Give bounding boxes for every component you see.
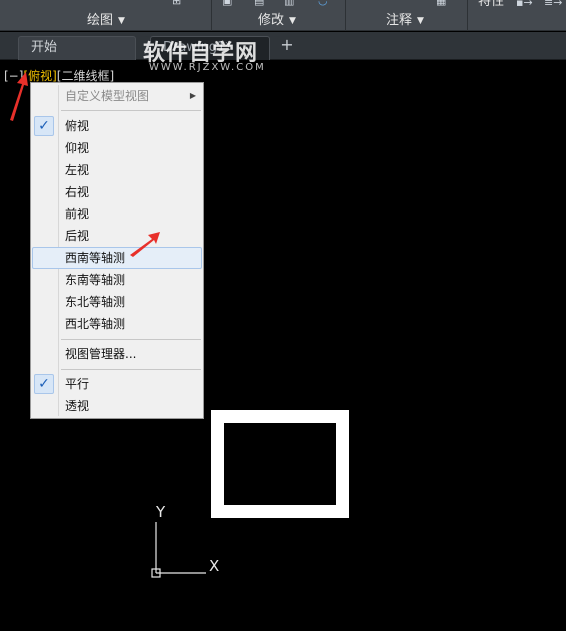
chevron-down-icon: ▼: [289, 16, 296, 26]
menu-item-top-view[interactable]: ✓ 俯视: [32, 115, 202, 137]
menu-item-label: 俯视: [65, 119, 90, 133]
list-icon[interactable]: ≡→: [544, 0, 562, 9]
viewport-visual-style-control[interactable]: [二维线框]: [57, 69, 114, 83]
menu-item-sw-isometric[interactable]: 西南等轴测: [32, 247, 202, 269]
menu-item-label: 东南等轴测: [65, 273, 126, 287]
ribbon-panel-modify: ▣ ▤ ▥ ◡ 修改 ▼: [212, 0, 346, 31]
menu-item-custom-model-views[interactable]: 自定义模型视图 ▶: [32, 85, 202, 107]
annotation-arrow-icon: [130, 232, 160, 257]
ucs-x-label: X: [209, 557, 219, 575]
menu-item-label: 左视: [65, 163, 90, 177]
menu-item-se-isometric[interactable]: 东南等轴测: [32, 269, 202, 291]
annotate-panel-dropdown[interactable]: 注释 ▼: [386, 9, 424, 28]
table-icon[interactable]: ▦: [436, 0, 446, 7]
menu-item-label: 仰视: [65, 141, 90, 155]
menu-item-label: 视图管理器...: [65, 347, 137, 361]
menu-item-label: 西北等轴测: [65, 317, 126, 331]
menu-item-label: 后视: [65, 229, 90, 243]
menu-separator: [61, 369, 201, 370]
menu-separator: [61, 339, 201, 340]
draw-panel-dropdown[interactable]: 绘图 ▼: [87, 9, 125, 28]
chevron-down-icon: ▼: [417, 16, 424, 26]
menu-item-label: 透视: [65, 399, 90, 413]
ribbon: ⊞ 绘图 ▼ ▣ ▤ ▥ ◡ 修改 ▼ ▦ 注释 ▼ 特性 ▪→ ≡→: [0, 0, 566, 31]
menu-item-label: 前视: [65, 207, 90, 221]
modify-tool-icon[interactable]: ▥: [284, 0, 294, 7]
chevron-down-icon: ▼: [118, 16, 125, 26]
ribbon-panel-annotate: ▦ 注释 ▼: [346, 0, 468, 31]
document-tab-bar: 开始 Drawing1* +: [0, 32, 566, 60]
checkmark-icon: ✓: [34, 374, 54, 394]
menu-item-label: 东北等轴测: [65, 295, 126, 309]
modify-panel-label: 修改: [258, 13, 285, 28]
menu-item-bottom-view[interactable]: 仰视: [32, 137, 202, 159]
watermark-url: WWW.RJZXW.COM: [149, 62, 266, 73]
view-context-menu: 自定义模型视图 ▶ ✓ 俯视 仰视 左视 右视 前视 后视 西南等轴测 东南等轴…: [30, 82, 204, 419]
menu-item-left-view[interactable]: 左视: [32, 159, 202, 181]
menu-item-label: 右视: [65, 185, 90, 199]
modify-tool-icon[interactable]: ▤: [254, 0, 264, 7]
menu-item-front-view[interactable]: 前视: [32, 203, 202, 225]
ribbon-panel-properties: 特性 ▪→ ≡→: [468, 0, 566, 31]
menu-item-label: 自定义模型视图: [65, 89, 150, 103]
properties-panel-label[interactable]: 特性: [478, 0, 504, 9]
tab-start[interactable]: 开始: [18, 36, 136, 60]
ucs-icon: Y X: [151, 503, 219, 578]
menu-item-right-view[interactable]: 右视: [32, 181, 202, 203]
menu-item-nw-isometric[interactable]: 西北等轴测: [32, 313, 202, 335]
menu-item-ne-isometric[interactable]: 东北等轴测: [32, 291, 202, 313]
modify-panel-dropdown[interactable]: 修改 ▼: [258, 9, 296, 28]
menu-item-perspective[interactable]: 透视: [32, 395, 202, 417]
ucs-y-label: Y: [155, 503, 166, 521]
draw-tool-icon[interactable]: ⊞: [172, 0, 181, 7]
submenu-arrow-icon: ▶: [189, 91, 196, 100]
match-properties-icon[interactable]: ▪→: [516, 0, 533, 9]
modify-tool-icon[interactable]: ▣: [222, 0, 232, 7]
ribbon-panel-draw: ⊞ 绘图 ▼: [0, 0, 212, 31]
draw-panel-label: 绘图: [87, 13, 114, 28]
menu-item-view-manager[interactable]: 视图管理器...: [32, 343, 202, 365]
menu-item-parallel[interactable]: ✓ 平行: [32, 373, 202, 395]
annotation-arrow-icon: [10, 72, 28, 121]
modify-tool-icon[interactable]: ◡: [318, 0, 328, 7]
add-tab-icon[interactable]: +: [280, 37, 294, 53]
menu-item-label: 西南等轴测: [65, 251, 126, 265]
menu-item-label: 平行: [65, 377, 90, 391]
menu-item-back-view[interactable]: 后视: [32, 225, 202, 247]
menu-separator: [61, 110, 201, 111]
tab-drawing1[interactable]: Drawing1*: [150, 36, 270, 60]
annotate-panel-label: 注释: [386, 13, 413, 28]
